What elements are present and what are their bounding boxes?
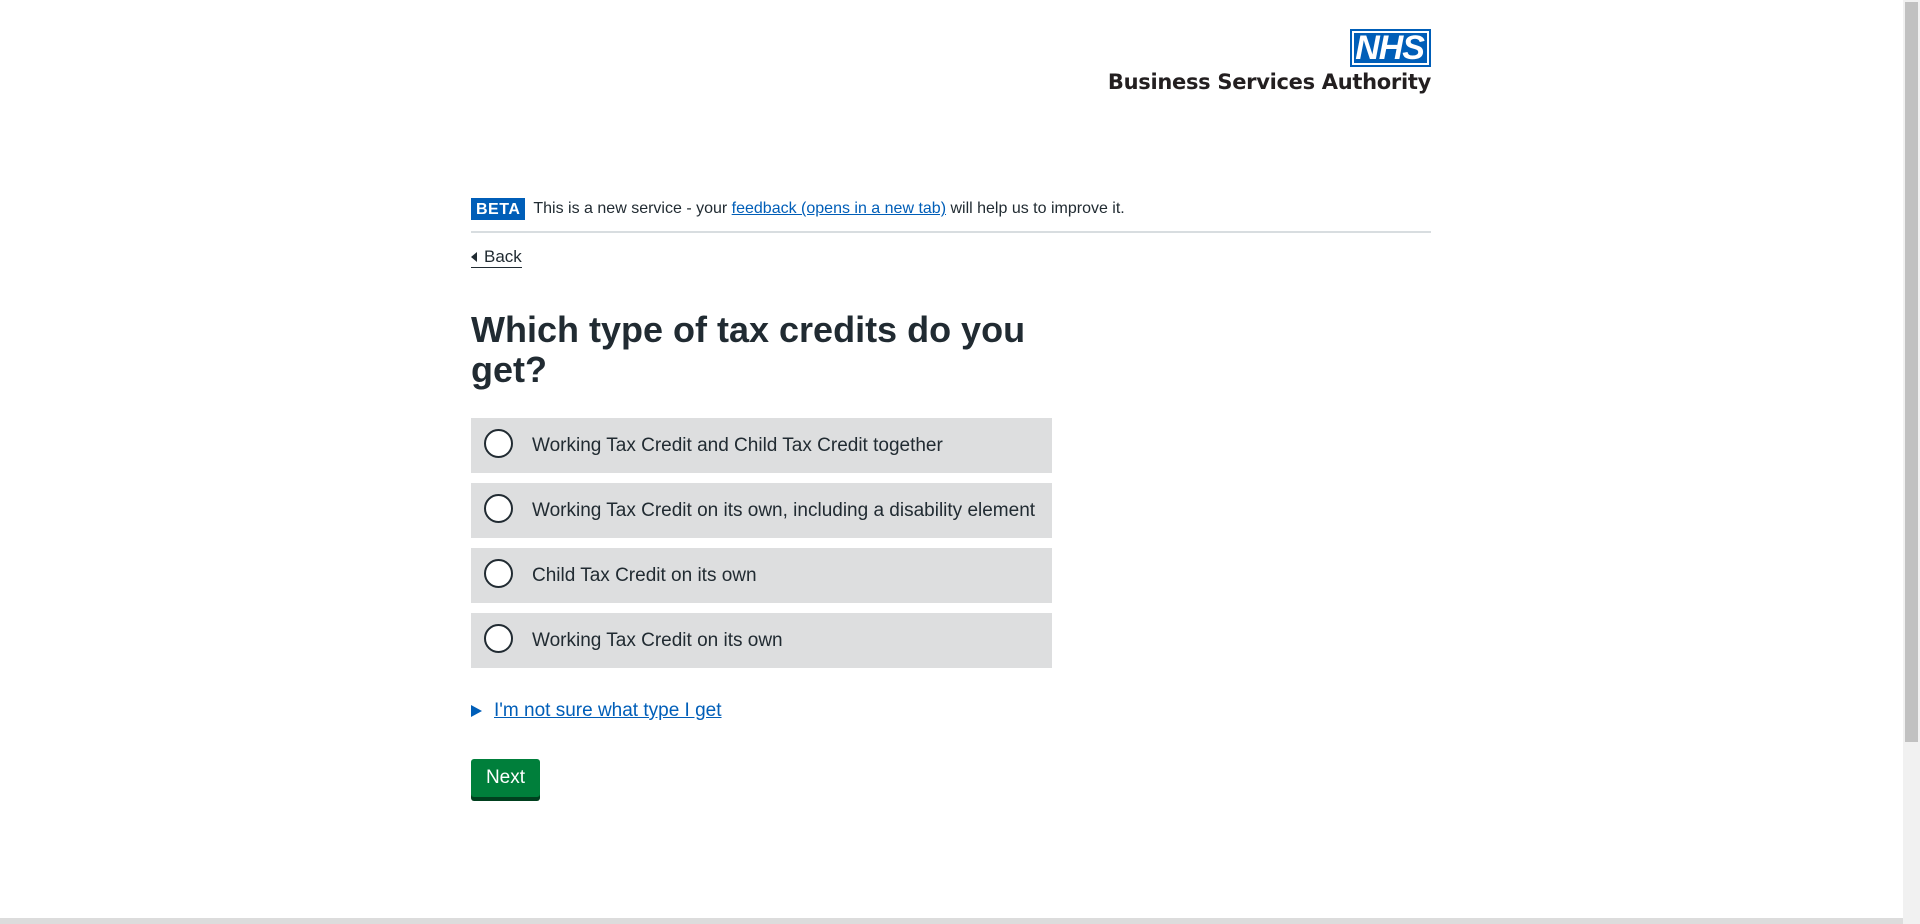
vertical-scrollbar[interactable] (1903, 0, 1920, 924)
page: NHS Business Services Authority BETA Thi… (0, 0, 1920, 924)
disclosure-triangle-icon[interactable] (471, 705, 482, 717)
radio-option-wtc-disability[interactable]: Working Tax Credit on its own, including… (471, 483, 1053, 538)
nhs-logo-mark: NHS (1350, 29, 1431, 67)
nhsbsa-logo[interactable]: NHS Business Services Authority (1108, 29, 1431, 94)
radio-option-wtc-and-ctc[interactable]: Working Tax Credit and Child Tax Credit … (471, 418, 1053, 473)
radio-label[interactable]: Working Tax Credit and Child Tax Credit … (532, 435, 943, 457)
next-button[interactable]: Next (471, 759, 540, 797)
horizontal-scrollbar[interactable] (0, 918, 1903, 924)
org-name: Business Services Authority (1107, 70, 1431, 94)
phase-banner: BETA This is a new service - your feedba… (471, 198, 1431, 233)
feedback-link[interactable]: feedback (opens in a new tab) (732, 200, 946, 217)
back-link-label: Back (484, 247, 522, 266)
radio-option-ctc-only[interactable]: Child Tax Credit on its own (471, 548, 1053, 603)
radio-label[interactable]: Working Tax Credit on its own, including… (532, 500, 1035, 522)
back-arrow-icon (471, 252, 477, 262)
radio-label[interactable]: Working Tax Credit on its own (532, 630, 783, 652)
details-disclosure[interactable]: I'm not sure what type I get (471, 700, 722, 722)
phase-banner-text: This is a new service - your feedback (o… (533, 198, 1124, 220)
radio-button[interactable] (484, 429, 513, 458)
radio-button[interactable] (484, 559, 513, 588)
radio-button[interactable] (484, 624, 513, 653)
phase-text-before: This is a new service - your (533, 200, 732, 217)
page-title: Which type of tax credits do you get? (471, 309, 1026, 390)
beta-tag: BETA (471, 198, 526, 220)
phase-text-after: will help us to improve it. (946, 200, 1125, 217)
scrollbar-thumb[interactable] (1905, 2, 1918, 742)
back-link[interactable]: Back (471, 247, 522, 268)
radio-button[interactable] (484, 494, 513, 523)
radio-label[interactable]: Child Tax Credit on its own (532, 565, 757, 587)
tax-credit-radios: Working Tax Credit and Child Tax Credit … (471, 418, 1053, 678)
details-summary-link[interactable]: I'm not sure what type I get (494, 700, 722, 722)
radio-option-wtc-only[interactable]: Working Tax Credit on its own (471, 613, 1053, 668)
